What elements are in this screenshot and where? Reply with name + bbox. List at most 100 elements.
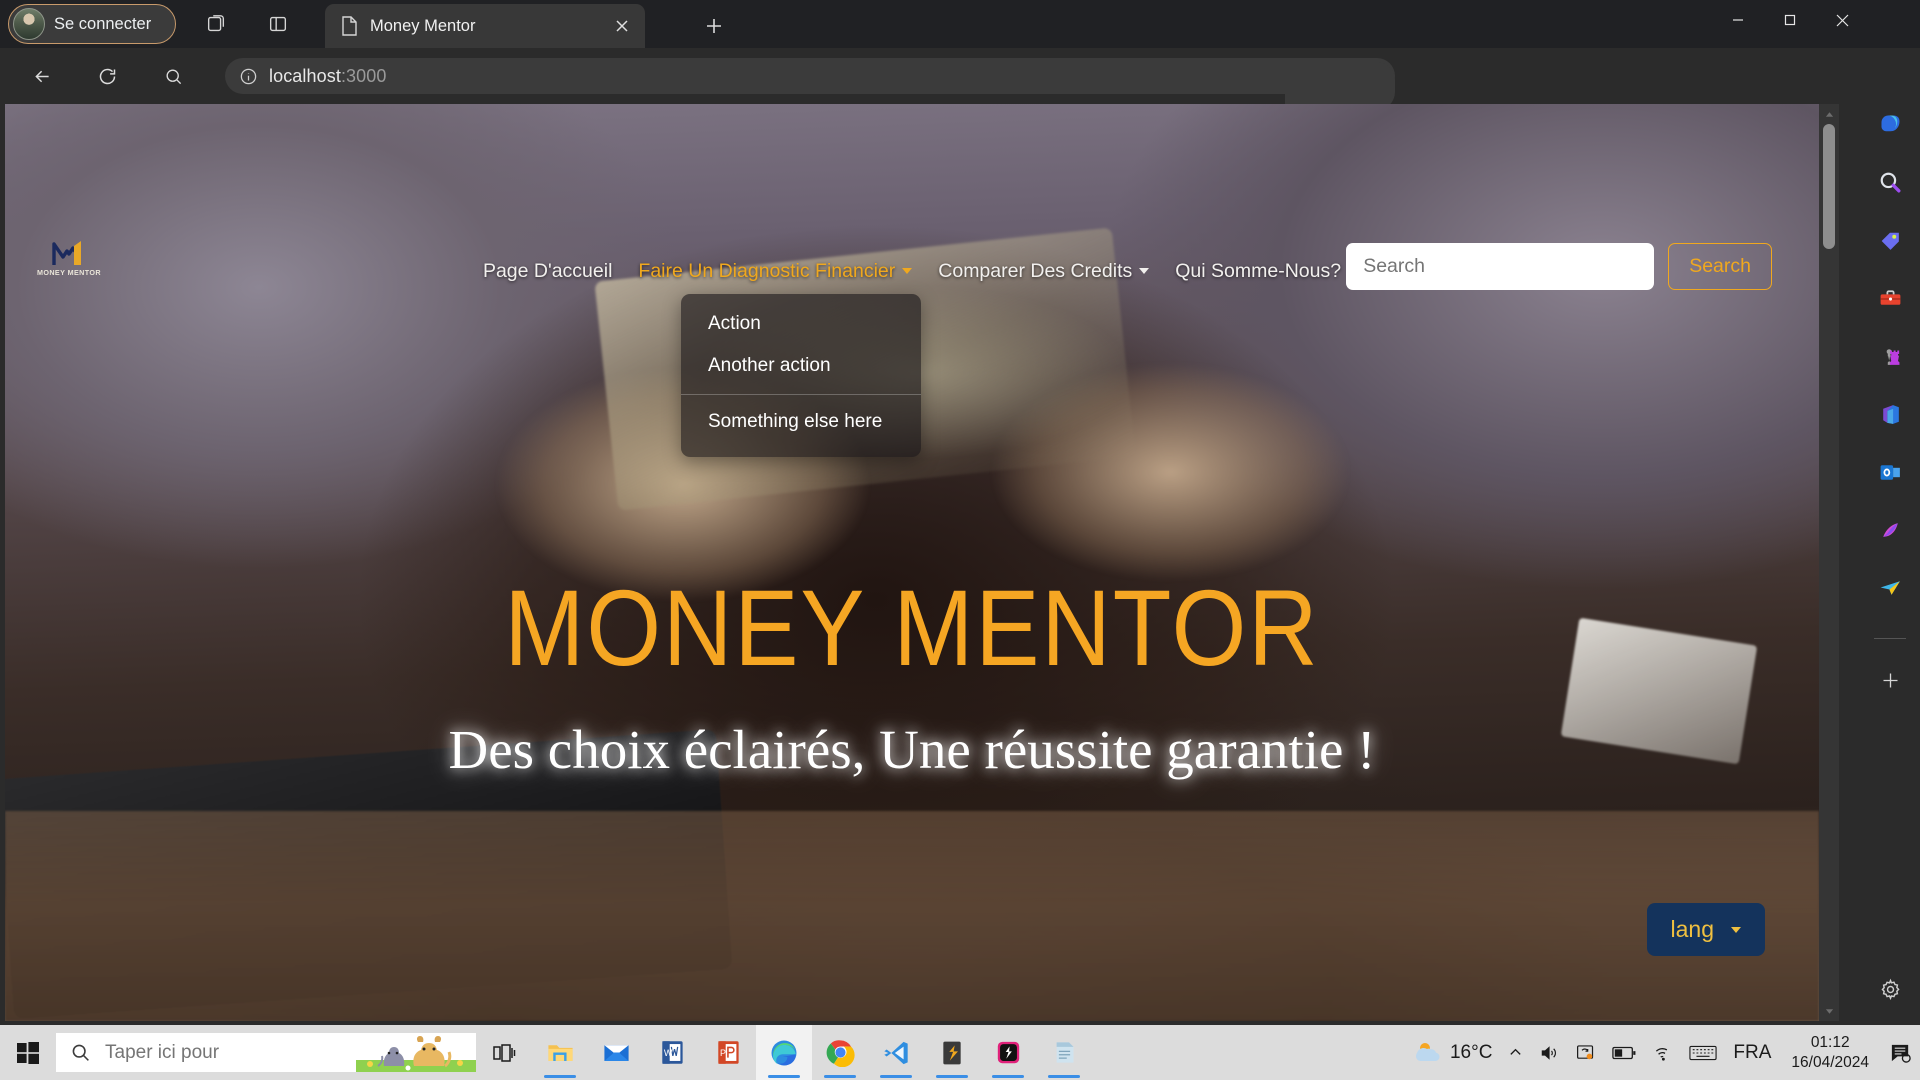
new-tab-button[interactable]	[698, 10, 730, 42]
edge-sidebar	[1860, 104, 1920, 1025]
address-bar-url: localhost:3000	[269, 65, 387, 86]
nav-item-faire-un-diagnostic-financier[interactable]: Faire Un Diagnostic Financier	[625, 254, 925, 289]
tab-title: Money Mentor	[370, 16, 476, 35]
nav-item-label: Comparer Des Credits	[938, 259, 1133, 282]
workspaces-icon[interactable]	[200, 8, 232, 40]
start-button[interactable]	[0, 1025, 56, 1080]
show-hidden-icons-button[interactable]	[1500, 1025, 1531, 1080]
dropdown-item-action[interactable]: Action	[681, 303, 921, 345]
notification-center-icon[interactable]	[1881, 1025, 1920, 1080]
keyboard-icon[interactable]	[1681, 1025, 1725, 1080]
search-navigation-icon[interactable]	[155, 58, 191, 94]
search-button[interactable]: Search	[1668, 243, 1772, 290]
outlook-icon[interactable]	[1870, 452, 1910, 492]
scroll-down-arrow[interactable]	[1819, 1001, 1839, 1021]
avatar	[13, 8, 45, 40]
running-indicator	[992, 1075, 1024, 1078]
page-favicon	[342, 16, 357, 36]
address-bar[interactable]: localhost:3000	[225, 58, 1395, 110]
word-button[interactable]: W	[644, 1025, 700, 1080]
designer-icon[interactable]	[1870, 510, 1910, 550]
weather-widget[interactable]: 16°C	[1405, 1025, 1500, 1080]
page-scrollbar[interactable]	[1819, 104, 1839, 1021]
profile-label: Se connecter	[54, 14, 152, 33]
nav-item-label: Faire Un Diagnostic Financier	[638, 259, 896, 282]
sublime-text-button[interactable]	[924, 1025, 980, 1080]
clock-time: 01:12	[1810, 1034, 1850, 1052]
dropdown-item-another-action[interactable]: Another action	[681, 345, 921, 387]
running-indicator	[1048, 1075, 1080, 1078]
search-sidebar-icon[interactable]	[1870, 162, 1910, 202]
sidebar-divider	[1874, 638, 1906, 639]
task-view-button[interactable]	[476, 1025, 532, 1080]
reload-button[interactable]	[89, 58, 125, 94]
svg-text:P: P	[719, 1048, 725, 1058]
browser-tab[interactable]: Money Mentor	[325, 4, 645, 48]
powerpoint-button[interactable]: P	[700, 1025, 756, 1080]
browser-window: Se connecter Money Mentor localhost:3000…	[0, 0, 1920, 1025]
language-selector-button[interactable]: lang	[1646, 903, 1765, 956]
clock-date: 16/04/2024	[1791, 1053, 1869, 1071]
search-input[interactable]	[1346, 243, 1655, 290]
chevron-down-icon	[1139, 268, 1150, 275]
tab-strip: Se connecter Money Mentor	[0, 0, 1920, 48]
taskbar-search[interactable]	[56, 1033, 476, 1072]
site-info-icon[interactable]	[239, 67, 258, 86]
money-mentor-page: MONEY MENTOR Page D'accueil Faire Un Dia…	[5, 104, 1819, 1021]
search-highlight-illustration	[356, 1036, 476, 1072]
site-search: Search	[1346, 243, 1772, 290]
system-tray: 16°C FRA 01:12 16/04/2024	[1405, 1025, 1920, 1080]
taskbar-search-input[interactable]	[105, 1041, 335, 1064]
omnibox-trailing-actions	[1285, 62, 1395, 110]
minimize-window-button[interactable]	[1712, 0, 1764, 40]
copilot-sidebar-icon[interactable]	[1870, 104, 1910, 144]
search-icon	[72, 1044, 89, 1061]
volume-icon[interactable]	[1531, 1025, 1567, 1080]
nav-item-comparer-des-credits[interactable]: Comparer Des Credits	[925, 254, 1162, 289]
weather-temperature: 16°C	[1449, 1041, 1493, 1063]
onedrive-icon[interactable]	[1567, 1025, 1604, 1080]
dropdown-item-something-else-here[interactable]: Something else here	[681, 401, 921, 443]
nav-dropdown-menu: Action Another action Something else her…	[681, 294, 921, 457]
weather-icon	[1415, 1042, 1440, 1061]
running-indicator	[768, 1075, 800, 1078]
maximize-window-button[interactable]	[1764, 0, 1816, 40]
close-tab-icon[interactable]	[609, 13, 635, 39]
shopping-tag-icon[interactable]	[1870, 220, 1910, 260]
terminal-button[interactable]	[980, 1025, 1036, 1080]
running-indicator	[544, 1075, 576, 1078]
chevron-down-icon	[1731, 926, 1741, 933]
language-indicator[interactable]: FRA	[1725, 1025, 1779, 1080]
network-icon[interactable]	[1644, 1025, 1681, 1080]
mail-button[interactable]	[588, 1025, 644, 1080]
tab-actions-icon[interactable]	[262, 8, 294, 40]
nav-item-page-daccueil[interactable]: Page D'accueil	[470, 254, 625, 289]
windows-taskbar: W P 16°C	[0, 1025, 1920, 1080]
profile-signin-button[interactable]: Se connecter	[8, 4, 176, 44]
add-sidebar-icon[interactable]	[1870, 660, 1910, 700]
games-icon[interactable]	[1870, 336, 1910, 376]
nav-item-qui-somme-nous[interactable]: Qui Somme-Nous?	[1162, 254, 1354, 289]
sidebar-settings-icon[interactable]	[1870, 969, 1910, 1009]
svg-text:W: W	[663, 1048, 672, 1058]
scroll-up-arrow[interactable]	[1819, 104, 1839, 124]
telegram-icon[interactable]	[1870, 568, 1910, 608]
hero-title: MONEY MENTOR	[504, 568, 1320, 689]
file-explorer-button[interactable]	[532, 1025, 588, 1080]
battery-icon[interactable]	[1604, 1025, 1644, 1080]
chrome-button[interactable]	[812, 1025, 868, 1080]
back-button[interactable]	[24, 58, 60, 94]
edge-button[interactable]	[756, 1025, 812, 1080]
language-selector-label: lang	[1670, 916, 1714, 942]
office-icon[interactable]	[1870, 394, 1910, 434]
dropdown-divider	[681, 394, 921, 395]
running-indicator	[936, 1075, 968, 1078]
close-window-button[interactable]	[1816, 0, 1868, 40]
tools-toolbox-icon[interactable]	[1870, 278, 1910, 318]
notes-button[interactable]	[1036, 1025, 1092, 1080]
clock[interactable]: 01:12 16/04/2024	[1779, 1033, 1881, 1072]
running-indicator	[880, 1075, 912, 1078]
vscode-button[interactable]	[868, 1025, 924, 1080]
scrollbar-thumb[interactable]	[1823, 124, 1835, 249]
language-label: FRA	[1733, 1041, 1772, 1063]
